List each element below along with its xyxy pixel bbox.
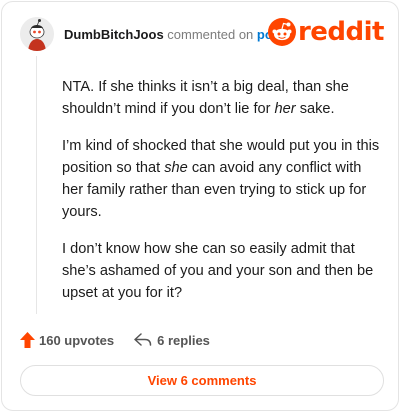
username-link[interactable]: DumbBitchJoos — [64, 27, 164, 42]
comment-card: DumbBitchJoos commented on post reddit N… — [1, 1, 399, 411]
upvote-count: 160 upvotes — [39, 332, 115, 348]
comment-emphasis: her — [274, 101, 296, 117]
comment-paragraph-3: I don’t know how she can so easily admit… — [62, 241, 374, 301]
reddit-wordmark: reddit — [297, 17, 385, 47]
comment-paragraph-2: I’m kind of shocked that she would put y… — [62, 135, 382, 223]
view-comments-button[interactable]: View 6 comments — [20, 365, 384, 396]
upvote-arrow-icon — [20, 332, 35, 348]
avatar-icon — [20, 17, 54, 51]
comment-actions: 160 upvotes 6 replies — [20, 332, 210, 348]
user-avatar[interactable] — [20, 17, 54, 51]
reddit-logo[interactable]: reddit — [267, 17, 385, 47]
comment-emphasis: she — [164, 160, 188, 176]
comment-body: NTA. If she thinks it isn’t a big deal, … — [62, 76, 382, 319]
comment-byline: DumbBitchJoos commented on post — [64, 27, 284, 42]
upvote-button[interactable]: 160 upvotes — [20, 332, 114, 348]
replies-button[interactable]: 6 replies — [134, 333, 210, 348]
comment-paragraph-1: NTA. If she thinks it isn’t a big deal, … — [62, 76, 382, 120]
reply-count: 6 replies — [157, 332, 210, 348]
reddit-snoo-icon — [267, 18, 296, 46]
thread-line[interactable] — [36, 56, 37, 314]
byline-action-text: commented on — [167, 26, 254, 42]
reply-arrow-icon — [134, 333, 152, 346]
comment-text: sake. — [295, 101, 335, 117]
